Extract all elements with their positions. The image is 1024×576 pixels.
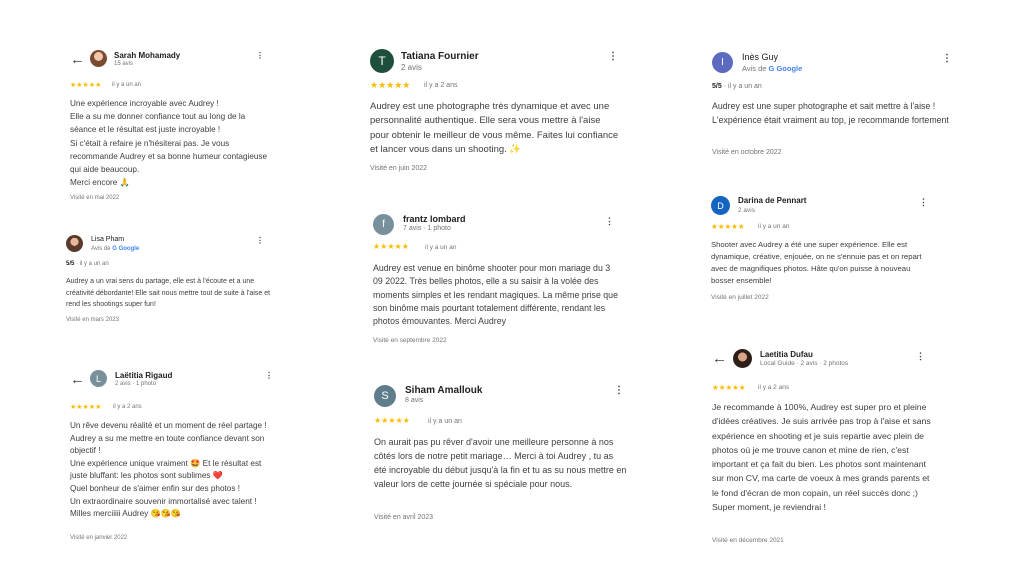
avatar-initial: T [378,54,386,68]
review-text: Un rêve devenu réalité et un moment de r… [70,421,267,519]
reviewer-name[interactable]: Laëtitia Rigaud [115,371,172,380]
review-date: il y a 2 ans [113,404,142,410]
reviewer-name[interactable]: Tatiana Fournier [401,51,479,62]
review-header: ← Sarah Mohamady 15 avis ⋮ [70,50,270,78]
reviewer-stats: 7 avis · 1 photo [403,225,451,232]
review-age: · il y a un an [723,83,762,90]
reviewer-stats: Local Guide · 2 avis · 2 photos [760,360,849,367]
avatar[interactable]: D [711,196,730,215]
avatar[interactable] [733,349,752,368]
google-logo-icon: G Google [768,64,803,73]
avatar[interactable]: I [712,52,733,73]
review-text: Audrey est une photographe très dynamiqu… [370,101,619,156]
reviewer-stats: 8 avis [405,397,424,404]
review-text: On aurait pas pu rêver d'avoir une meill… [374,437,627,489]
reviewer-name[interactable]: Sarah Mohamady [114,51,180,60]
more-options-icon[interactable]: ⋮ [256,52,264,60]
review-text: Une expérience incroyable avec Audrey ! … [70,99,268,188]
star-rating: ★★★★★ [70,82,102,89]
reviewer-name[interactable]: frantz lombard [403,214,466,224]
avatar-initial: D [717,200,724,211]
more-options-icon[interactable]: ⋮ [919,198,928,207]
back-arrow-icon[interactable]: ← [70,52,85,67]
visit-date: Visité en septembre 2022 [373,337,447,344]
review-date: il y a un an [112,82,142,88]
avatar[interactable]: f [373,214,394,235]
avatar[interactable] [90,50,107,67]
star-rating: ★★★★★ [712,383,746,392]
avatar[interactable]: L [90,370,107,387]
review-text: Shooter avec Audrey a été une super expé… [711,240,922,285]
review-card: ← Sarah Mohamady 15 avis ⋮ ★★★★★ il y a … [70,50,270,201]
reviewer-stats: 15 avis [114,61,134,67]
visit-date: Visité en octobre 2022 [712,149,782,156]
back-arrow-icon[interactable]: ← [712,351,727,366]
avatar-initial: S [381,390,389,402]
review-date: il y a un an [425,244,457,251]
reviewer-source: Avis de G Google [91,246,139,252]
star-rating: ★★★★★ [70,404,102,411]
more-options-icon[interactable]: ⋮ [942,54,952,64]
avatar[interactable]: S [374,385,396,407]
review-text: Audrey est une super photographe et sait… [712,101,949,125]
reviewer-stats: 2 avis · 1 photo [115,381,157,387]
more-options-icon[interactable]: ⋮ [605,217,614,226]
reviewer-stats: 2 avis [738,207,755,214]
review-text: Audrey a un vrai sens du partage, elle e… [66,278,271,308]
more-options-icon[interactable]: ⋮ [614,386,624,396]
reviewer-name[interactable]: Siham Amallouk [405,385,482,396]
review-date: il y a 2 ans [758,384,790,391]
reviewer-name[interactable]: Inès Guy [742,52,778,62]
avatar-initial: f [382,219,385,230]
review-text: Audrey est venue en binôme shooter pour … [373,263,618,327]
review-text: Je recommande à 100%, Audrey est super p… [712,402,931,513]
reviewer-source: Avis de G Google [742,64,802,73]
visit-date: Visité en juillet 2022 [711,294,769,301]
visit-date: Visité en mai 2022 [70,195,120,201]
avatar[interactable] [66,235,83,252]
visit-date: Visité en janvier 2022 [70,535,128,541]
more-options-icon[interactable]: ⋮ [265,372,273,380]
visit-date: Visité en mars 2023 [66,317,119,323]
visit-date: Visité en juin 2022 [370,165,428,172]
review-date: il y a 2 ans [424,82,458,89]
score: 5/5 [66,261,75,267]
star-rating: ★★★★★ [373,242,409,251]
visit-date: Visité en avril 2023 [374,514,434,521]
reviewer-stats: 2 avis [401,63,422,72]
source-prefix: Avis de [742,64,769,73]
back-arrow-icon[interactable]: ← [70,372,85,387]
avatar[interactable]: T [370,49,394,73]
avatar-initial: L [95,373,101,384]
visit-date: Visité en décembre 2021 [712,537,784,544]
star-rating: ★★★★★ [711,222,745,231]
more-options-icon[interactable]: ⋮ [916,352,925,361]
reviewer-name[interactable]: Darina de Pennart [738,196,806,205]
score: 5/5 [712,83,722,90]
review-date: 5/5 · il y a un an [712,83,762,90]
google-logo-icon: G Google [112,246,140,252]
reviewer-name[interactable]: Lisa Pham [91,236,124,243]
review-age: · il y a un an [76,261,109,267]
review-date: il y a un an [758,223,790,230]
star-rating: ★★★★★ [370,80,411,90]
review-date: 5/5 · il y a un an [66,261,109,267]
star-rating: ★★★★★ [374,416,410,425]
more-options-icon[interactable]: ⋮ [608,52,618,62]
reviewer-name[interactable]: Laetitia Dufau [760,350,813,359]
avatar-initial: I [721,57,724,68]
source-prefix: Avis de [91,246,113,252]
review-date: il y a un an [428,418,462,425]
more-options-icon[interactable]: ⋮ [256,237,264,245]
